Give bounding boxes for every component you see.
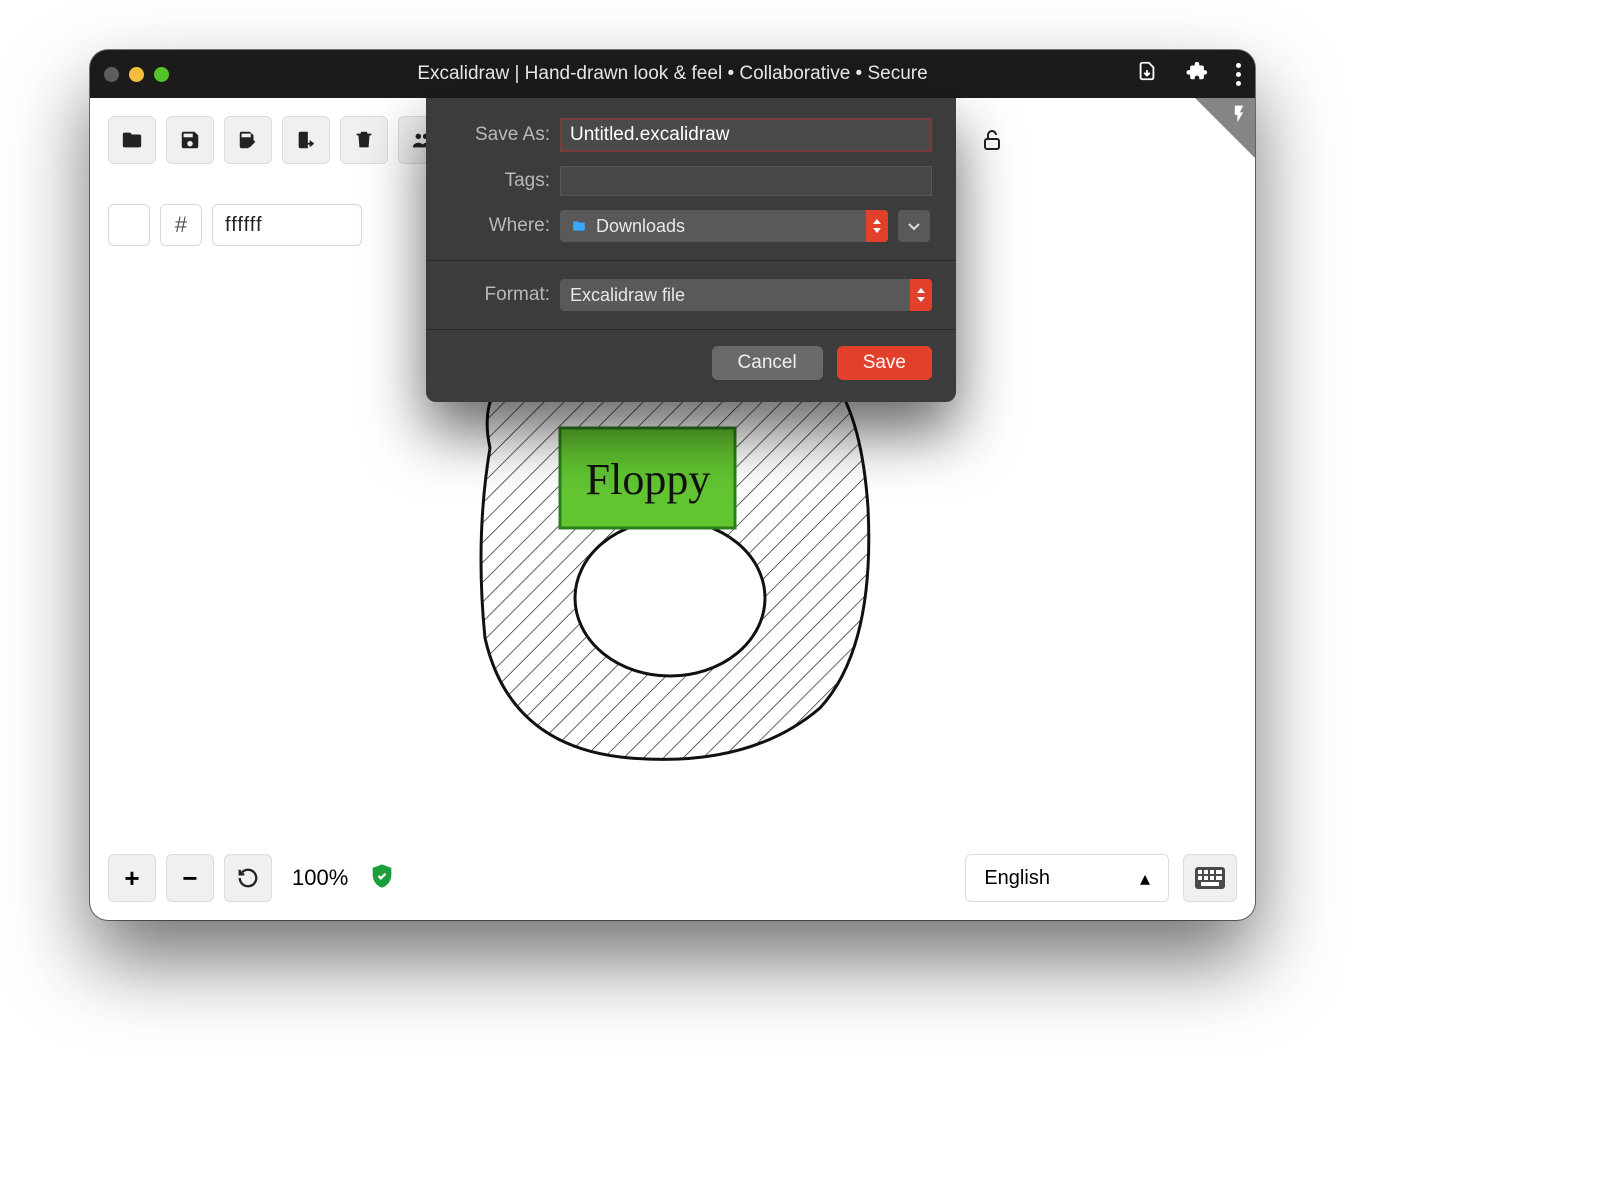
format-label: Format: <box>450 284 550 306</box>
language-select[interactable]: English ▴ <box>965 854 1169 902</box>
hash-label: # <box>160 204 202 246</box>
where-expand-button[interactable] <box>898 210 930 242</box>
trash-button[interactable] <box>340 116 388 164</box>
where-caret-icon <box>866 210 888 242</box>
where-value: Downloads <box>596 216 858 237</box>
lock-toggle-icon[interactable] <box>980 128 1004 157</box>
open-button[interactable] <box>108 116 156 164</box>
language-value: English <box>984 867 1050 890</box>
save-button[interactable] <box>166 116 214 164</box>
extensions-puzzle-icon[interactable] <box>1186 60 1208 88</box>
canvas-color-swatch[interactable] <box>108 204 150 246</box>
app-canvas-area: A 8 # <box>90 98 1255 920</box>
zoom-reset-button[interactable] <box>224 854 272 902</box>
export-button[interactable] <box>282 116 330 164</box>
zoom-percentage: 100% <box>292 865 348 891</box>
keyboard-shortcuts-button[interactable] <box>1183 854 1237 902</box>
where-select[interactable]: Downloads <box>560 210 888 242</box>
minimize-window-button[interactable] <box>129 67 144 82</box>
encryption-shield-icon[interactable] <box>368 862 396 895</box>
format-caret-icon <box>910 279 932 311</box>
titlebar: Excalidraw | Hand-drawn look & feel • Co… <box>90 50 1255 98</box>
file-toolbar <box>108 116 446 164</box>
save-dialog: Save As: Tags: Where: Downloads <box>426 98 956 402</box>
maximize-window-button[interactable] <box>154 67 169 82</box>
zoom-out-button[interactable]: − <box>166 854 214 902</box>
close-window-button[interactable] <box>104 67 119 82</box>
traffic-lights <box>104 67 169 82</box>
format-select[interactable]: Excalidraw file <box>560 279 932 311</box>
zoom-in-button[interactable]: + <box>108 854 156 902</box>
window-title: Excalidraw | Hand-drawn look & feel • Co… <box>90 63 1255 85</box>
zoom-controls: + − 100% <box>108 854 396 902</box>
edit-file-button[interactable] <box>224 116 272 164</box>
canvas-color-hex-input[interactable] <box>212 204 362 246</box>
format-value: Excalidraw file <box>570 285 902 306</box>
save-filename-input[interactable] <box>560 118 932 152</box>
corner-bolt-icon[interactable] <box>1229 104 1249 129</box>
chevron-up-icon: ▴ <box>1140 866 1150 891</box>
where-label: Where: <box>450 215 550 237</box>
tags-input[interactable] <box>560 166 932 196</box>
more-menu-icon[interactable] <box>1236 63 1241 86</box>
download-extension-icon[interactable] <box>1136 60 1158 88</box>
save-confirm-button[interactable]: Save <box>837 346 932 380</box>
folder-icon <box>570 219 588 233</box>
sticky-text: Floppy <box>586 455 711 504</box>
cancel-button[interactable]: Cancel <box>712 346 823 380</box>
tags-label: Tags: <box>450 170 550 192</box>
canvas-color-row: # <box>108 204 362 246</box>
save-as-label: Save As: <box>450 124 550 146</box>
window-frame: Excalidraw | Hand-drawn look & feel • Co… <box>90 50 1255 920</box>
